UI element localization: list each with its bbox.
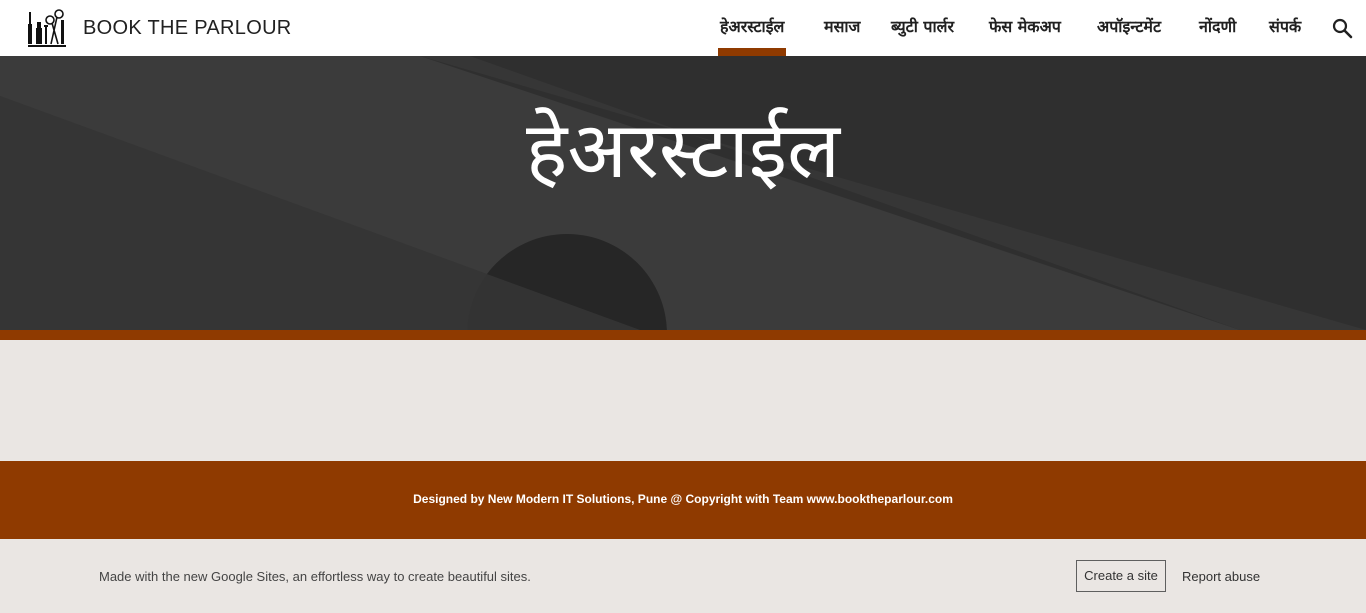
footer-band: Designed by New Modern IT Solutions, Pun…	[0, 461, 1366, 539]
site-header: BOOK THE PARLOUR हेअरस्टाईल मसाज ब्युटी …	[0, 0, 1366, 56]
site-title[interactable]: BOOK THE PARLOUR	[83, 17, 292, 40]
made-with-google-sites-text: Made with the new Google Sites, an effor…	[99, 569, 531, 584]
hero-banner: हेअरस्टाईल	[0, 56, 1366, 330]
nav-item-contact[interactable]: संपर्क	[1269, 0, 1301, 56]
salon-tools-logo-icon[interactable]	[26, 6, 68, 48]
nav-item-hairstyle[interactable]: हेअरस्टाईल	[717, 0, 787, 56]
hero-accent-bar	[0, 330, 1366, 340]
nav-item-face-makeup[interactable]: फेस मेकअप	[989, 0, 1061, 56]
nav-item-beauty-parlour[interactable]: ब्युटी पार्लर	[891, 0, 954, 56]
nav-item-massage[interactable]: मसाज	[824, 0, 860, 56]
search-icon[interactable]	[1331, 17, 1353, 39]
nav-item-appointment[interactable]: अपॉइन्टमेंट	[1097, 0, 1161, 56]
page-title: हेअरस्टाईल	[526, 106, 840, 196]
report-abuse-link[interactable]: Report abuse	[1182, 569, 1260, 584]
nav-item-registration[interactable]: नोंदणी	[1199, 0, 1236, 56]
footer-credit: Designed by New Modern IT Solutions, Pun…	[413, 492, 953, 506]
google-sites-footer: Made with the new Google Sites, an effor…	[0, 539, 1366, 613]
create-site-button[interactable]: Create a site	[1076, 560, 1166, 592]
